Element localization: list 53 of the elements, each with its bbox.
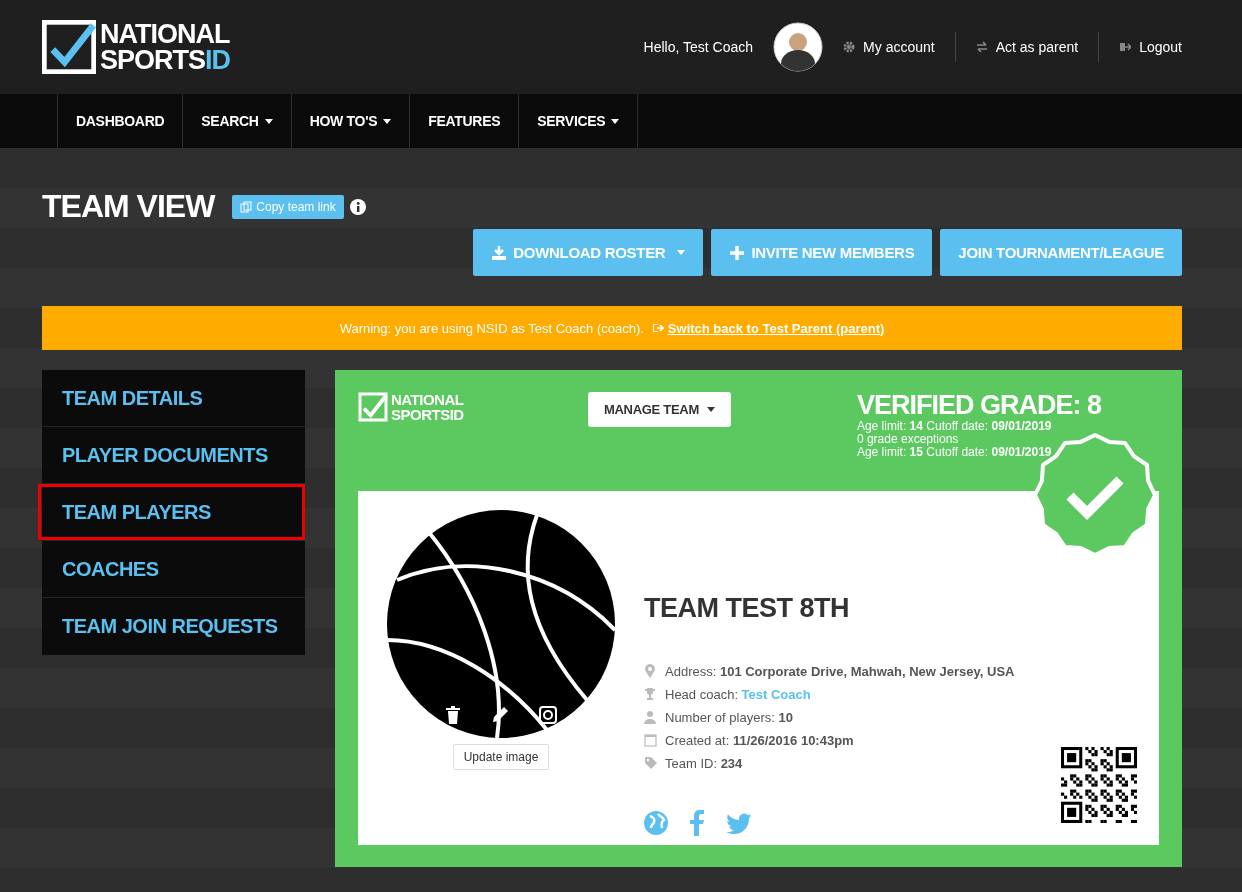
plus-icon bbox=[729, 244, 746, 261]
caret-icon bbox=[706, 407, 715, 412]
caret-icon bbox=[264, 118, 273, 124]
twitter-icon bbox=[726, 812, 752, 834]
logout-icon bbox=[1119, 41, 1132, 53]
settings-icon bbox=[843, 41, 856, 53]
detail-text: Created at: 11/26/2016 10:43pm bbox=[665, 732, 854, 748]
logout-icon bbox=[651, 322, 664, 334]
header-link[interactable]: Act as parent bbox=[954, 32, 1099, 62]
caret-icon bbox=[611, 118, 620, 124]
checkbox-logo-icon bbox=[42, 20, 96, 74]
logo-text: SPORTSID bbox=[100, 47, 231, 73]
page-title: TEAM VIEW bbox=[42, 188, 215, 225]
copy-icon bbox=[240, 200, 253, 213]
logo-text: NATIONAL bbox=[100, 21, 231, 47]
verified-detail-text: 0 grade exceptions bbox=[856, 433, 960, 446]
facebook-icon bbox=[690, 810, 704, 836]
sidebar-item[interactable]: PLAYER DOCUMENTS bbox=[42, 427, 305, 484]
detail-text: Team ID: 234 bbox=[665, 755, 743, 771]
tag-icon bbox=[644, 756, 657, 770]
sidebar-item[interactable]: TEAM PLAYERS bbox=[38, 484, 305, 541]
trash-icon bbox=[445, 706, 461, 724]
detail-text: Number of players: 10 bbox=[665, 709, 793, 725]
logo-text: SPORTSID bbox=[391, 407, 464, 422]
person-icon bbox=[644, 710, 657, 724]
swap-arrows-icon bbox=[975, 41, 988, 53]
detail-text: Head coach: Test Coach bbox=[665, 686, 811, 702]
caret-icon bbox=[383, 118, 392, 124]
header-link[interactable]: My account bbox=[843, 32, 955, 62]
verified-detail-text: Age limit: 14 Cutoff date: 09/01/2019 bbox=[856, 420, 1053, 433]
sidebar-item[interactable]: TEAM DETAILS bbox=[42, 370, 305, 427]
checkbox-logo-icon bbox=[358, 392, 388, 422]
sidebar-item[interactable]: COACHES bbox=[42, 541, 305, 598]
verified-detail-text: Age limit: 15 Cutoff date: 09/01/2019 bbox=[856, 446, 1053, 459]
warning-text: Warning: you are using NSID as Test Coach (coach). bbox=[339, 320, 644, 336]
sidebar-item[interactable]: TEAM JOIN REQUESTS bbox=[42, 598, 305, 655]
camera-icon bbox=[539, 706, 557, 724]
map-pin-icon bbox=[644, 664, 657, 678]
info-icon bbox=[349, 198, 366, 215]
verified-grade-title: VERIFIED GRADE: 8 bbox=[856, 390, 1101, 420]
trophy-icon bbox=[644, 687, 657, 701]
calendar-icon bbox=[644, 733, 657, 747]
logo-text: NATIONAL bbox=[391, 392, 464, 407]
caret-icon bbox=[677, 250, 686, 255]
detail-text: Address: 101 Corporate Drive, Mahwah, New Jersey, USA bbox=[665, 663, 1015, 679]
manage-team-button[interactable]: MANAGE TEAM bbox=[588, 392, 731, 427]
qr-code-icon bbox=[1061, 747, 1137, 823]
team-name: TEAM TEST 8TH bbox=[644, 593, 850, 624]
update-image-button[interactable]: Update image bbox=[452, 744, 550, 770]
greeting-text: Hello, Test Coach bbox=[643, 39, 754, 55]
download-icon bbox=[491, 244, 508, 261]
avatar-icon bbox=[773, 22, 824, 72]
header-link[interactable]: Logout bbox=[1098, 32, 1182, 62]
